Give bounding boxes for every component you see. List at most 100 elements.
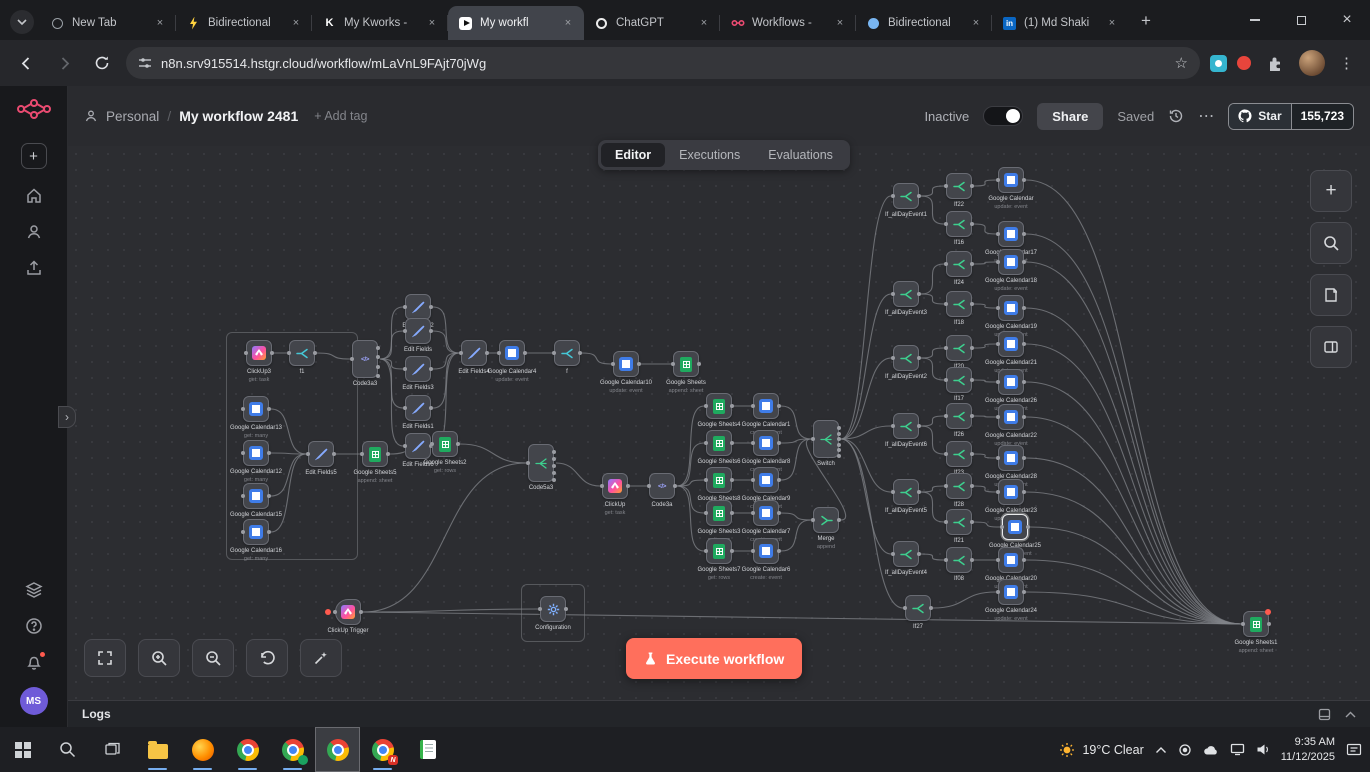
workflow-node-gsheets1[interactable]: Google Sheets1 append: sheet (1234, 609, 1278, 654)
extension-icon-teal[interactable] (1210, 54, 1227, 72)
workflow-node-gcal18[interactable]: Google Calendar18 update: event (985, 249, 1037, 292)
workflow-node-clickup[interactable]: ClickUp get: task (600, 473, 630, 516)
new-tab-button[interactable]: + (1132, 7, 1160, 35)
workflow-node-config[interactable]: Configuration (535, 596, 571, 631)
workflow-node-gcal15[interactable]: Google Calendar15get: many (230, 483, 282, 526)
workflow-node-clickup3[interactable]: ClickUp3 get: task (244, 340, 274, 383)
workflow-node-if08[interactable]: If08 (944, 547, 974, 582)
back-button[interactable] (12, 49, 40, 77)
workflow-node-ef4[interactable]: Edit Fields4 (458, 340, 490, 375)
extensions-puzzle-icon[interactable] (1261, 49, 1289, 77)
workflow-node-gsheets5[interactable]: Google Sheets5 append: sheet (353, 441, 397, 484)
workflow-node-if23[interactable]: If23 (944, 441, 974, 476)
tab-close-icon[interactable]: × (288, 15, 304, 31)
workflow-node-gcal28[interactable]: Google Calendar28update: event (985, 445, 1037, 488)
workflow-node-gcal6[interactable]: Google Calendar6 create: event (742, 538, 790, 581)
active-toggle[interactable] (983, 106, 1024, 126)
tab-close-icon[interactable]: × (152, 15, 168, 31)
workflow-node-if16[interactable]: If16 (944, 211, 974, 246)
chrome-icon-1[interactable] (225, 727, 270, 772)
workflow-node-ef2[interactable]: Edit Fields2 (402, 294, 434, 329)
workflow-node-gsheets3[interactable]: Google Sheets3get: rows (697, 500, 741, 543)
workflow-node-ifad3[interactable]: If_allDayEvent3 (885, 281, 927, 316)
workflow-node-if20[interactable]: If20 (944, 335, 974, 370)
browser-tab-chatgpt[interactable]: ChatGPT × (584, 6, 720, 40)
workflow-node-gcal4[interactable]: Google Calendar4 update: event (488, 340, 536, 383)
zoom-out-button[interactable] (192, 639, 234, 677)
share-upload-icon[interactable] (25, 259, 43, 277)
workflow-node-gcal26[interactable]: Google Calendar26update: event (985, 369, 1037, 412)
workflow-node-f[interactable]: f (552, 340, 582, 375)
workflow-node-if27[interactable]: If27 (903, 595, 933, 630)
github-star-widget[interactable]: Star 155,723 (1228, 102, 1354, 130)
expand-sidebar-chevron[interactable]: › (58, 406, 76, 428)
workflow-node-gsheets6[interactable]: Google Sheets6get: rows (697, 430, 741, 473)
workflow-node-f1[interactable]: f1 (287, 340, 317, 375)
share-button[interactable]: Share (1037, 102, 1104, 130)
workflow-node-ef1[interactable]: Edit Fields1 (402, 395, 434, 430)
forward-button[interactable] (50, 49, 78, 77)
workflow-node-ef[interactable]: Edit Fields (403, 318, 433, 353)
tidy-up-button[interactable] (300, 639, 342, 677)
tab-executions[interactable]: Executions (665, 143, 754, 167)
file-explorer-icon[interactable] (135, 727, 180, 772)
tab-search-button[interactable] (10, 10, 34, 34)
recording-indicator-icon[interactable] (1237, 56, 1251, 70)
tab-close-icon[interactable]: × (696, 15, 712, 31)
workflow-node-gcal7[interactable]: Google Calendar7create: event (742, 500, 790, 543)
add-tag-button[interactable]: + Add tag (314, 109, 367, 123)
address-bar[interactable]: n8n.srv915514.hstgr.cloud/workflow/mLaVn… (126, 47, 1200, 79)
workflow-node-merge[interactable]: Merge append (811, 507, 841, 550)
taskbar-search-button[interactable] (45, 727, 90, 772)
workflow-node-gcal20[interactable]: Google Calendar20update: event (985, 547, 1037, 590)
workflow-node-ef3[interactable]: Edit Fields3 (402, 356, 434, 391)
display-icon[interactable] (1230, 743, 1245, 756)
browser-tab-my-workflow[interactable]: My workfl × (448, 6, 584, 40)
breadcrumb-project[interactable]: Personal (106, 109, 159, 124)
close-button[interactable]: × (1324, 0, 1370, 40)
workflow-node-gsheets2[interactable]: Google Sheets2 get: rows (423, 431, 467, 474)
templates-stack-icon[interactable] (24, 581, 43, 599)
workflow-node-ifad6[interactable]: If_allDayEvent6 (885, 413, 927, 448)
workflow-node-ifad5[interactable]: If_allDayEvent5 (885, 479, 927, 514)
workflow-node-gcal17[interactable]: Google Calendar17update: event (985, 221, 1037, 264)
workflow-node-ifad2[interactable]: If_allDayEvent2 (885, 345, 927, 380)
bookmark-star-icon[interactable]: ☆ (1175, 54, 1188, 72)
chrome-icon-2[interactable] (270, 727, 315, 772)
workflow-node-switch1[interactable]: Switch (811, 420, 841, 467)
workflow-canvas[interactable]: ClickUp3 get: task f1 Google Calendar13 get:… (68, 146, 1370, 700)
workflow-node-gsheets8[interactable]: Google Sheets8get: rows (697, 467, 741, 510)
workflow-node-code3a3[interactable]: </> Code3a3 (350, 340, 380, 387)
workflow-node-if21[interactable]: If21 (944, 509, 974, 544)
workflow-node-if18[interactable]: If18 (944, 291, 974, 326)
workflow-node-if28[interactable]: If28 (944, 473, 974, 508)
workflow-node-if24[interactable]: If24 (944, 251, 974, 286)
start-button[interactable] (0, 727, 45, 772)
create-workflow-button[interactable]: + (20, 143, 47, 169)
workflow-node-gcal16[interactable]: Google Calendar16 get: many (230, 519, 282, 562)
browser-tab-workflows[interactable]: Workflows - × (720, 6, 856, 40)
add-node-button[interactable]: + (1310, 170, 1352, 212)
workflow-node-gcal21[interactable]: Google Calendar21update: event (985, 331, 1037, 374)
workflow-node-if26[interactable]: If26 (944, 403, 974, 438)
workflow-node-gcal19[interactable]: Google Calendar19update: event (985, 295, 1037, 338)
browser-tab-bidirectional-2[interactable]: Bidirectional × (856, 6, 992, 40)
reload-button[interactable] (88, 49, 116, 77)
open-logs-panel-icon[interactable] (1318, 708, 1331, 721)
maximize-button[interactable] (1278, 0, 1324, 40)
users-icon[interactable] (25, 223, 43, 241)
tab-editor[interactable]: Editor (601, 143, 666, 167)
notifications-bell-icon[interactable] (25, 652, 45, 671)
browser-tab-bidirectional-1[interactable]: Bidirectional × (176, 6, 312, 40)
undo-button[interactable] (246, 639, 288, 677)
browser-tab-linkedin[interactable]: in (1) Md Shaki × (992, 6, 1128, 40)
tray-expand-chevron[interactable] (1155, 746, 1167, 754)
logs-label[interactable]: Logs (82, 707, 111, 721)
workflow-node-if22[interactable]: If22 (944, 173, 974, 208)
workflow-node-gsheets4[interactable]: Google Sheets4get: rows (697, 393, 741, 436)
help-icon[interactable] (25, 617, 43, 635)
workflow-node-gcal8[interactable]: Google Calendar8create: event (742, 430, 790, 473)
workflow-node-ef5[interactable]: Edit Fields5 (305, 441, 337, 476)
workflow-node-gcal22[interactable]: Google Calendar22 update: event (985, 404, 1037, 447)
camera-tray-icon[interactable] (1178, 743, 1192, 757)
